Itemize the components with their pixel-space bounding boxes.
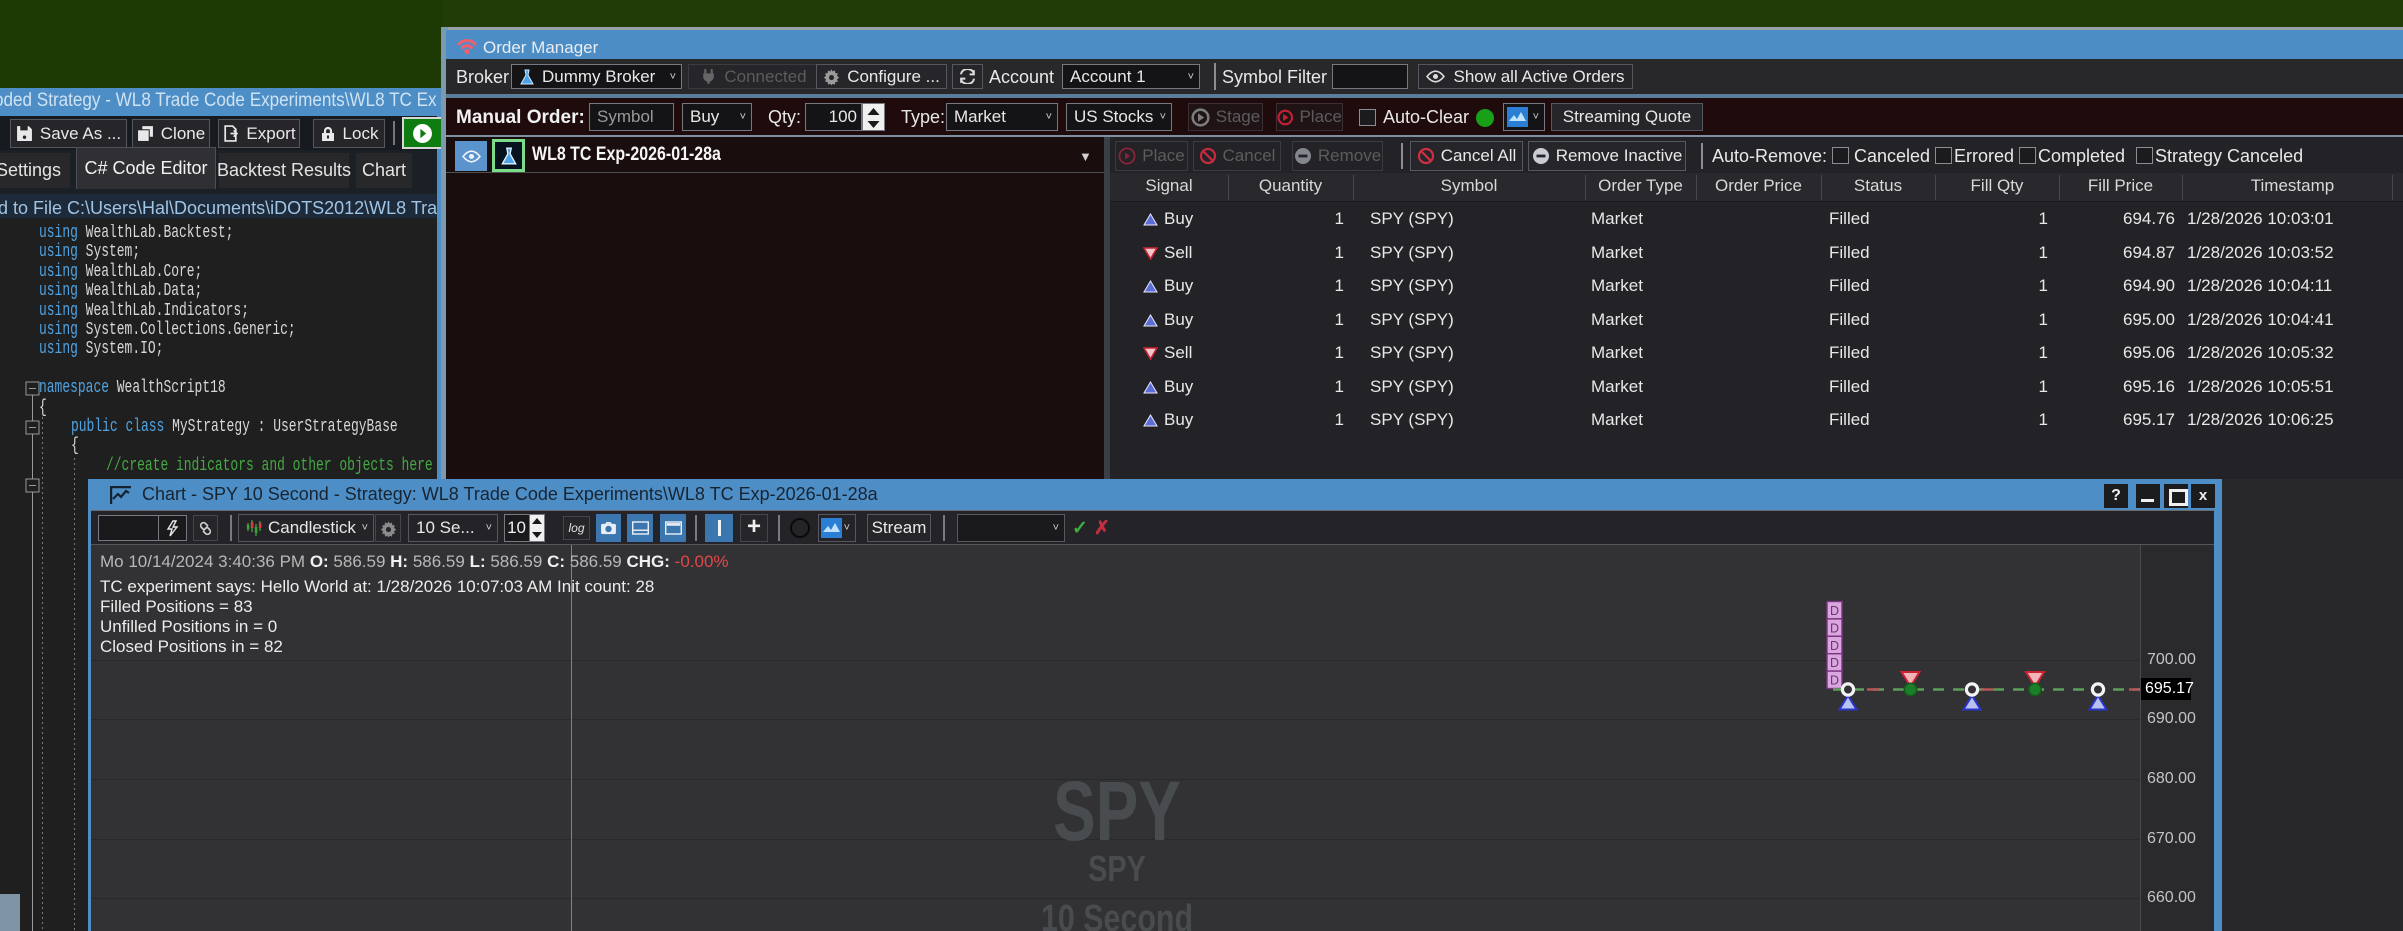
svg-text:D: D	[1830, 674, 1839, 688]
svg-text:D: D	[1830, 639, 1839, 653]
svg-text:D: D	[1830, 604, 1839, 618]
svg-text:D: D	[1830, 656, 1839, 670]
svg-text:D: D	[1830, 621, 1839, 635]
